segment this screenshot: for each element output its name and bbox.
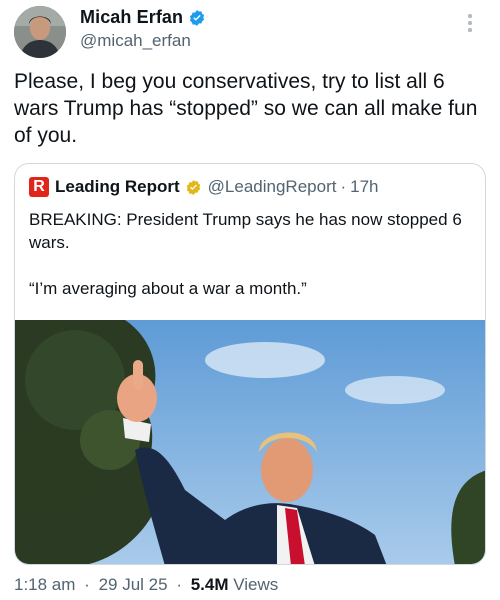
verified-badge-icon (190, 9, 205, 26)
author-name[interactable]: Micah Erfan (80, 7, 183, 28)
quoted-tweet-text: BREAKING: President Trump says he has no… (29, 208, 469, 323)
quoted-tweet-image[interactable] (15, 320, 485, 564)
author-handle[interactable]: @micah_erfan (80, 31, 191, 51)
avatar-photo (14, 6, 66, 58)
views-label: Views (233, 575, 279, 594)
quoted-tweet-line-2: “I’m averaging about a war a month.” (29, 279, 307, 298)
quoted-tweet-time[interactable]: 17h (350, 177, 378, 197)
quoted-tweet[interactable]: R Leading Report @LeadingReport · 17h BR… (14, 163, 486, 565)
gold-verified-badge-icon (186, 179, 200, 195)
tweet-time[interactable]: 1:18 am (14, 575, 75, 594)
trump-thumbs-up-photo (15, 320, 485, 564)
views-count[interactable]: 5.4M (191, 575, 229, 594)
more-options-icon[interactable] (466, 14, 474, 36)
avatar[interactable] (14, 6, 66, 58)
tweet: Micah Erfan @micah_erfan Please, I beg y… (0, 0, 500, 600)
separator-dot: · (84, 575, 90, 594)
leading-report-logo: R (29, 177, 49, 197)
separator-dot: · (176, 575, 182, 594)
tweet-text: Please, I beg you conservatives, try to … (14, 70, 478, 147)
tweet-meta: 1:18 am · 29 Jul 25 · 5.4M Views (14, 575, 278, 595)
quoted-author-handle[interactable]: @LeadingReport (208, 177, 337, 197)
separator-dot: · (340, 177, 347, 196)
author-name-row[interactable]: Micah Erfan (80, 7, 206, 28)
quoted-tweet-header: R Leading Report @LeadingReport · 17h (29, 177, 379, 197)
quoted-author-name[interactable]: Leading Report (55, 177, 180, 197)
tweet-date[interactable]: 29 Jul 25 (99, 575, 168, 594)
quoted-tweet-line-1: BREAKING: President Trump says he has no… (29, 210, 462, 252)
